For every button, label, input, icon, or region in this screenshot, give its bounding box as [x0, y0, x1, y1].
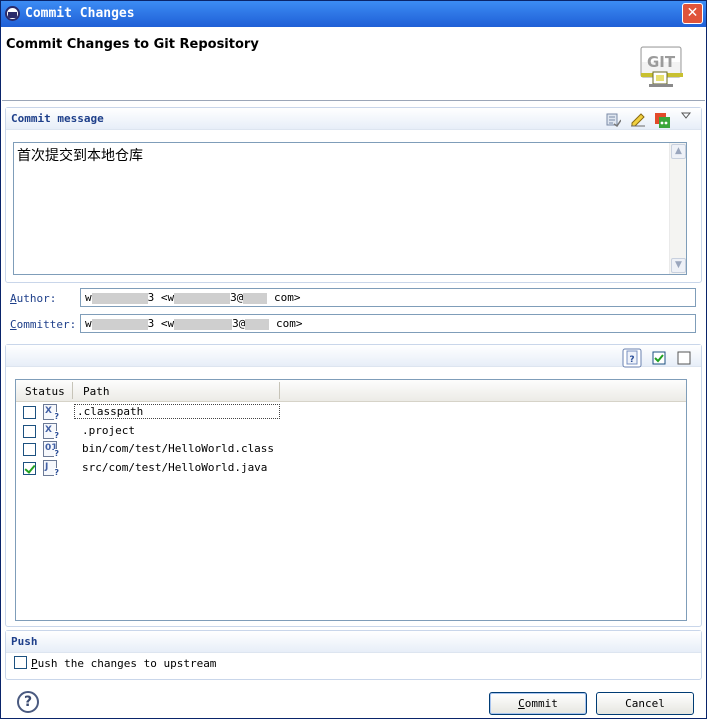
redacted-block [245, 318, 270, 330]
committer-value-prefix: w [85, 317, 92, 330]
scroll-down-icon[interactable]: ▼ [671, 258, 686, 273]
scroll-up-icon[interactable]: ▲ [671, 144, 686, 159]
row-checkbox[interactable] [23, 443, 36, 456]
eclipse-icon [5, 6, 20, 21]
redacted-block [243, 292, 268, 304]
commit-label-rest: ommit [524, 697, 558, 710]
push-upstream-checkbox[interactable] [14, 656, 27, 669]
column-status[interactable]: Status [25, 385, 65, 398]
git-icon: GIT [640, 46, 683, 87]
spellcheck-icon[interactable] [605, 111, 621, 127]
cancel-button[interactable]: Cancel [596, 692, 694, 715]
row-path: .classpath [74, 404, 280, 419]
commit-message-text: 首次提交到本地仓库 [17, 148, 143, 164]
banner-title: Commit Changes to Git Repository [6, 37, 259, 52]
table-row[interactable]: X? .classpath [16, 403, 686, 421]
table-row[interactable]: X? .project [16, 422, 686, 440]
commit-message-title: Commit message [11, 112, 104, 125]
untracked-java-file-icon: J? [43, 460, 59, 477]
author-label: Author: [10, 292, 56, 305]
commit-changes-dialog: Commit Changes ✕ Commit Changes to Git R… [0, 0, 707, 719]
files-table-header: Status Path [16, 380, 686, 402]
redacted-block [91, 318, 148, 330]
committer-value-mid: 3 <w [147, 317, 175, 330]
untracked-file-icon: X? [43, 423, 59, 440]
view-menu-icon[interactable] [680, 110, 692, 122]
committer-input[interactable]: w 3 <w 3@ com> [80, 314, 696, 333]
author-value-at: 3@ [230, 291, 244, 304]
svg-text:?: ? [629, 355, 634, 365]
row-checkbox[interactable] [23, 462, 36, 475]
row-path: .project [82, 424, 135, 437]
push-label-rest: ush the changes to upstream [37, 657, 217, 670]
commit-message-header: Commit message [6, 108, 701, 130]
redacted-block [91, 292, 148, 304]
author-value-prefix: w [85, 291, 92, 304]
files-table[interactable]: Status Path X? .classpath X? .project 01… [15, 379, 687, 621]
commit-button[interactable]: Commit [489, 692, 587, 715]
author-value-suffix: com> [274, 291, 301, 304]
commit-mnemonic: C [518, 697, 525, 710]
push-label-mnemonic: P [31, 657, 38, 670]
column-divider[interactable] [279, 382, 280, 399]
author-input[interactable]: w 3 <w 3@ com> [80, 288, 696, 307]
committer-value-suffix: com> [276, 317, 303, 330]
show-untracked-icon[interactable]: ? [622, 348, 642, 368]
author-label-rest: uthor: [16, 292, 57, 305]
amend-icon[interactable] [654, 112, 670, 128]
files-header: ? [6, 345, 701, 368]
row-checkbox[interactable] [23, 406, 36, 419]
column-path[interactable]: Path [83, 385, 110, 398]
row-path: bin/com/test/HelloWorld.class [82, 442, 275, 455]
window-title: Commit Changes [25, 6, 135, 21]
commit-message-input[interactable]: 首次提交到本地仓库 ▲ ▼ [13, 142, 687, 275]
row-path: src/com/test/HelloWorld.java [82, 461, 268, 474]
author-value-mid: 3 <w [147, 291, 175, 304]
committer-label-rest: ommitter: [16, 318, 77, 331]
push-upstream-label[interactable]: Push the changes to upstream [31, 657, 216, 670]
dialog-banner: Commit Changes to Git Repository GIT [2, 27, 705, 101]
git-icon-label: GIT [647, 53, 676, 71]
table-row[interactable]: 01? bin/com/test/HelloWorld.class [16, 440, 686, 458]
help-button[interactable]: ? [17, 691, 39, 713]
column-divider[interactable] [72, 382, 73, 399]
redacted-block [174, 292, 231, 304]
table-row[interactable]: J? src/com/test/HelloWorld.java [16, 459, 686, 477]
committer-label-mnemonic: C [10, 318, 17, 331]
row-checkbox[interactable] [23, 425, 36, 438]
push-section: Push [5, 630, 702, 680]
title-bar[interactable]: Commit Changes ✕ [1, 1, 706, 27]
untracked-file-icon: X? [43, 404, 59, 421]
push-title: Push [11, 635, 38, 648]
author-label-mnemonic: A [10, 292, 17, 305]
committer-label: Committer: [10, 318, 76, 331]
select-all-icon[interactable] [652, 351, 666, 365]
redacted-block [174, 318, 233, 330]
push-header: Push [6, 631, 701, 653]
deselect-all-icon[interactable] [677, 351, 691, 365]
close-button[interactable]: ✕ [682, 3, 703, 24]
signed-off-icon[interactable] [630, 111, 646, 127]
message-scrollbar[interactable]: ▲ ▼ [669, 143, 686, 274]
untracked-class-file-icon: 01? [43, 441, 59, 458]
committer-value-at: 3@ [232, 317, 246, 330]
